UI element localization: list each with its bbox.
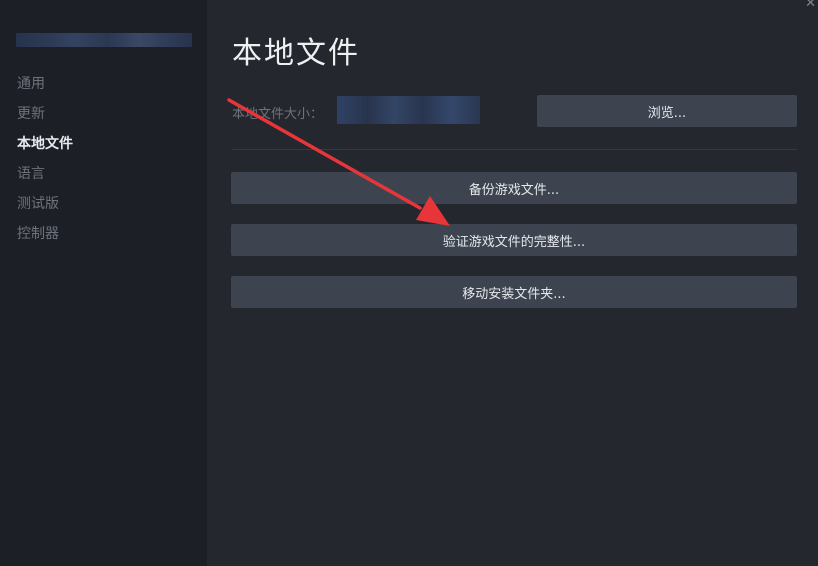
game-title-redacted bbox=[16, 33, 192, 47]
sidebar: 通用 更新 本地文件 语言 测试版 控制器 bbox=[0, 0, 207, 566]
sidebar-item-betas[interactable]: 测试版 bbox=[17, 193, 59, 213]
properties-window: 通用 更新 本地文件 语言 测试版 控制器 ✕ 本地文件 本地文件大小： 浏览.… bbox=[0, 0, 818, 566]
move-install-folder-button[interactable]: 移动安装文件夹... bbox=[231, 276, 797, 308]
browse-button-label: 浏览... bbox=[647, 105, 687, 121]
close-icon[interactable]: ✕ bbox=[805, 0, 816, 11]
sidebar-item-language[interactable]: 语言 bbox=[17, 163, 45, 183]
verify-integrity-button[interactable]: 验证游戏文件的完整性... bbox=[231, 224, 797, 256]
divider bbox=[232, 149, 797, 150]
sidebar-item-updates[interactable]: 更新 bbox=[17, 103, 45, 123]
browse-button[interactable]: 浏览... bbox=[537, 95, 797, 127]
sidebar-item-controller[interactable]: 控制器 bbox=[17, 223, 59, 243]
local-files-size-label: 本地文件大小： bbox=[232, 107, 324, 122]
backup-button-label: 备份游戏文件... bbox=[468, 182, 560, 198]
backup-game-files-button[interactable]: 备份游戏文件... bbox=[231, 172, 797, 204]
sidebar-item-general[interactable]: 通用 bbox=[17, 73, 45, 93]
verify-button-label: 验证游戏文件的完整性... bbox=[442, 234, 586, 250]
sidebar-item-local-files[interactable]: 本地文件 bbox=[17, 133, 73, 153]
page-title: 本地文件 bbox=[232, 36, 360, 71]
move-button-label: 移动安装文件夹... bbox=[462, 286, 566, 302]
local-files-size-value-redacted bbox=[337, 96, 480, 124]
